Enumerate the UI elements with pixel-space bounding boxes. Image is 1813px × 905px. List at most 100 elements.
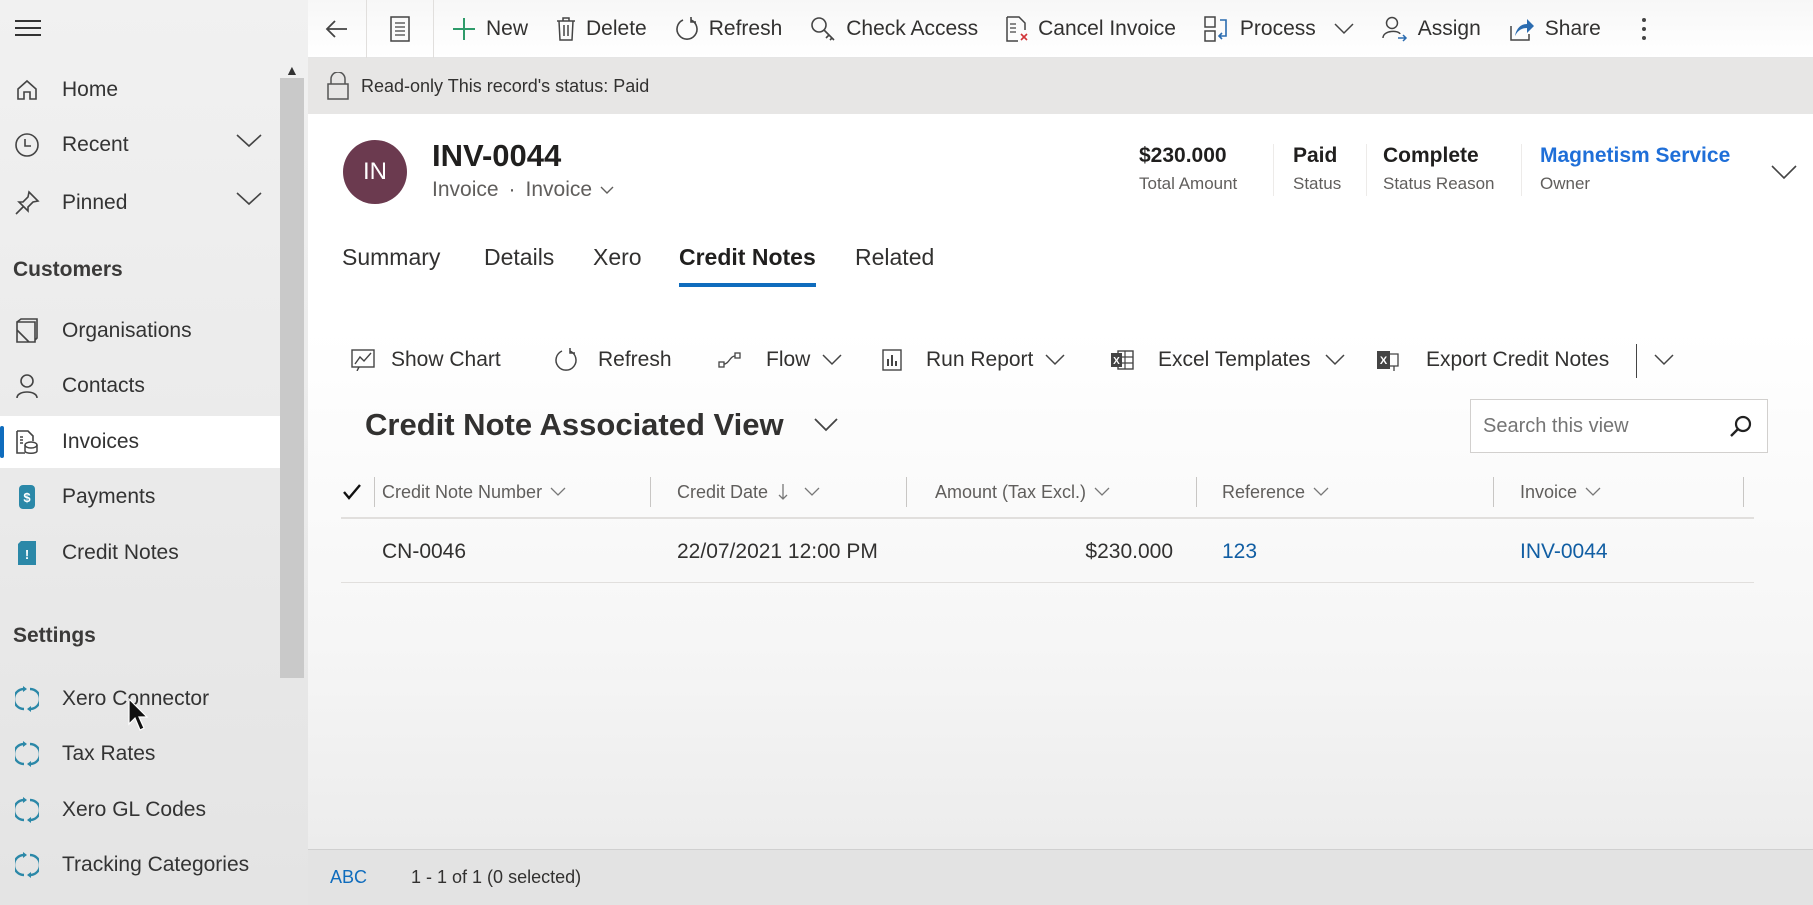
process-button[interactable]: Process bbox=[1190, 0, 1368, 58]
cell-invoice-link[interactable]: INV-0044 bbox=[1520, 521, 1608, 583]
divider bbox=[1196, 477, 1197, 507]
process-icon bbox=[1204, 15, 1230, 42]
export-credit-notes-label: Export Credit Notes bbox=[1426, 348, 1610, 371]
delete-button[interactable]: Delete bbox=[542, 0, 661, 58]
search-icon[interactable] bbox=[1729, 414, 1753, 438]
header-field-status: Paid Status bbox=[1293, 144, 1341, 194]
flow-label: Flow bbox=[766, 348, 811, 371]
tab-related[interactable]: Related bbox=[855, 244, 934, 283]
share-button[interactable]: Share bbox=[1495, 0, 1615, 58]
field-value: $230.000 bbox=[1139, 144, 1227, 167]
svg-text:!: ! bbox=[25, 547, 29, 562]
chevron-down-icon bbox=[1771, 165, 1797, 180]
run-report-label: Run Report bbox=[926, 348, 1034, 371]
excel-templates-button[interactable]: X Excel Templates bbox=[1110, 329, 1345, 391]
sidebar-item-payments[interactable]: $ Payments bbox=[0, 471, 280, 523]
read-only-message: Read-only This record's status: Paid bbox=[361, 75, 650, 96]
mouse-cursor-icon bbox=[128, 698, 150, 732]
scroll-up-arrow[interactable]: ▲ bbox=[285, 62, 299, 78]
divider bbox=[1366, 144, 1367, 196]
divider bbox=[1493, 477, 1494, 507]
sidebar-item-home[interactable]: Home bbox=[0, 64, 280, 116]
check-access-label: Check Access bbox=[846, 16, 979, 40]
column-header-invoice[interactable]: Invoice bbox=[1520, 465, 1601, 519]
refresh-icon bbox=[554, 347, 578, 373]
sidebar-item-recent[interactable]: Recent bbox=[0, 119, 280, 171]
field-label: Status Reason bbox=[1383, 174, 1495, 193]
sidebar-item-tracking-categories[interactable]: Tracking Categories bbox=[0, 839, 280, 891]
cell-credit-date: 22/07/2021 12:00 PM bbox=[677, 540, 878, 563]
column-header-credit-note-number[interactable]: Credit Note Number bbox=[382, 465, 566, 519]
more-commands-button[interactable] bbox=[1615, 0, 1673, 58]
sidebar-item-label: Organisations bbox=[62, 319, 192, 342]
flow-button[interactable]: Flow bbox=[718, 329, 842, 391]
field-value: Complete bbox=[1383, 144, 1479, 167]
view-name: Credit Note Associated View bbox=[365, 407, 784, 442]
column-label: Reference bbox=[1222, 481, 1306, 502]
subgrid-refresh-button[interactable]: Refresh bbox=[554, 329, 672, 391]
clock-icon bbox=[12, 130, 42, 160]
chevron-down-icon[interactable] bbox=[236, 133, 262, 149]
sidebar-item-invoices[interactable]: Invoices bbox=[0, 416, 280, 468]
divider bbox=[650, 477, 651, 507]
check-access-button[interactable]: Check Access bbox=[796, 0, 992, 58]
sort-descending-icon bbox=[778, 483, 788, 501]
svg-text:X: X bbox=[1380, 355, 1388, 367]
assign-button[interactable]: Assign bbox=[1368, 0, 1495, 58]
sidebar-item-xero-gl-codes[interactable]: Xero GL Codes bbox=[0, 784, 280, 836]
tab-details[interactable]: Details bbox=[484, 244, 554, 283]
export-more-dropdown[interactable] bbox=[1648, 329, 1680, 391]
sidebar-item-label: Credit Notes bbox=[62, 541, 179, 564]
sidebar-item-organisations[interactable]: Organisations bbox=[0, 305, 280, 357]
record-count: 1 - 1 of 1 (0 selected) bbox=[411, 867, 582, 887]
excel-export-icon: X bbox=[1376, 348, 1400, 372]
expand-header-button[interactable] bbox=[1771, 164, 1797, 180]
column-header-amount[interactable]: Amount (Tax Excl.) bbox=[935, 465, 1110, 519]
form-view-button[interactable] bbox=[367, 0, 433, 58]
table-row[interactable]: CN-0046 22/07/2021 12:00 PM $230.000 123… bbox=[341, 521, 1754, 583]
credit-note-icon: ! bbox=[12, 538, 42, 568]
form-selector[interactable]: Invoice bbox=[526, 178, 615, 202]
back-button[interactable] bbox=[308, 0, 366, 58]
select-all-checkbox[interactable] bbox=[343, 465, 361, 519]
tab-summary[interactable]: Summary bbox=[342, 244, 440, 283]
excel-icon: X bbox=[1110, 349, 1134, 371]
tab-xero[interactable]: Xero bbox=[593, 244, 642, 283]
export-credit-notes-button[interactable]: X Export Credit Notes bbox=[1376, 329, 1609, 391]
column-label: Amount (Tax Excl.) bbox=[935, 481, 1087, 502]
sidebar-item-label: Invoices bbox=[62, 430, 140, 453]
sidebar-item-label: Tax Rates bbox=[62, 742, 156, 765]
flow-icon bbox=[718, 351, 742, 369]
owner-link[interactable]: Magnetism Service bbox=[1540, 144, 1730, 168]
sidebar-item-pinned[interactable]: Pinned bbox=[0, 177, 280, 229]
sidebar-item-credit-notes[interactable]: ! Credit Notes bbox=[0, 527, 280, 579]
new-button[interactable]: New bbox=[434, 0, 542, 58]
hamburger-menu-button[interactable] bbox=[14, 16, 42, 40]
sidebar-scrollbar[interactable] bbox=[280, 78, 304, 678]
refresh-icon bbox=[675, 16, 699, 42]
cancel-invoice-button[interactable]: Cancel Invoice bbox=[992, 0, 1190, 58]
search-input[interactable] bbox=[1471, 414, 1711, 438]
pin-icon bbox=[12, 188, 42, 218]
sidebar-item-tax-rates[interactable]: Tax Rates bbox=[0, 728, 280, 780]
view-selector[interactable]: Credit Note Associated View bbox=[365, 407, 838, 443]
sync-icon bbox=[12, 795, 42, 825]
plus-icon bbox=[452, 17, 476, 41]
sidebar-item-contacts[interactable]: Contacts bbox=[0, 360, 280, 412]
tab-credit-notes[interactable]: Credit Notes bbox=[679, 244, 816, 287]
show-chart-button[interactable]: Show Chart bbox=[351, 329, 501, 391]
chart-icon bbox=[351, 349, 375, 371]
header-field-status-reason: Complete Status Reason bbox=[1383, 144, 1495, 194]
grid-header: Credit Note Number Credit Date Amount (T… bbox=[341, 465, 1754, 519]
divider bbox=[1521, 144, 1522, 196]
chevron-down-icon[interactable] bbox=[236, 191, 262, 207]
chevron-down-icon bbox=[804, 487, 820, 497]
chevron-down-icon bbox=[1325, 354, 1345, 366]
refresh-button[interactable]: Refresh bbox=[661, 0, 797, 58]
column-label: Credit Note Number bbox=[382, 481, 543, 502]
column-header-credit-date[interactable]: Credit Date bbox=[677, 465, 820, 519]
column-header-reference[interactable]: Reference bbox=[1222, 465, 1329, 519]
run-report-button[interactable]: Run Report bbox=[882, 329, 1065, 391]
cell-reference-link[interactable]: 123 bbox=[1222, 521, 1257, 583]
alphabet-filter-button[interactable]: ABC bbox=[330, 867, 367, 888]
